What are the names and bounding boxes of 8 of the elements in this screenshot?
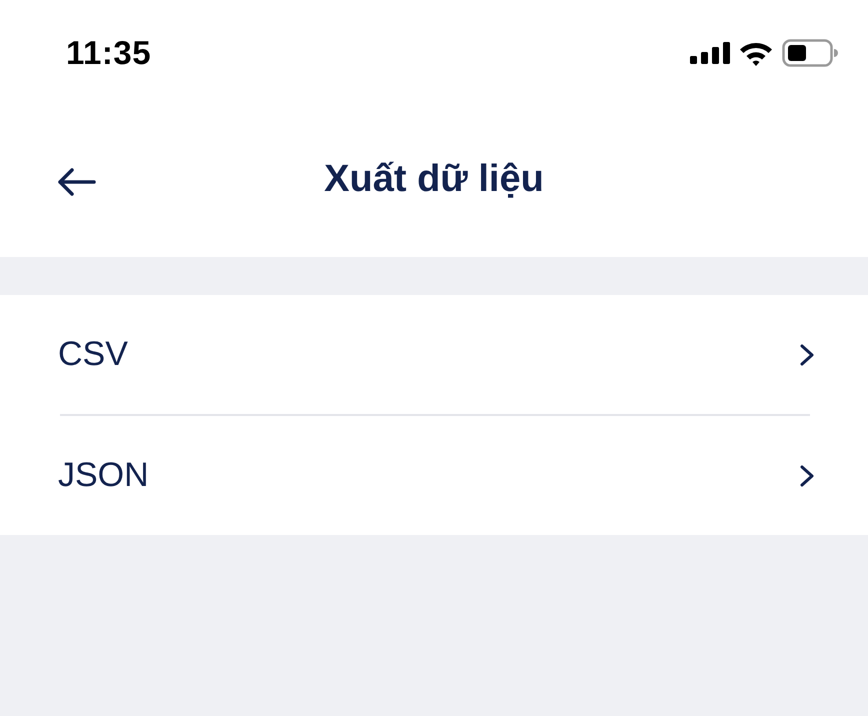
back-button[interactable] (56, 166, 96, 196)
battery-icon (782, 39, 838, 67)
signal-icon (690, 42, 730, 64)
wifi-icon (739, 40, 773, 66)
chevron-right-icon (800, 344, 814, 366)
screen-title: Xuất dữ liệu (324, 158, 544, 201)
chevron-right-icon (800, 464, 814, 486)
status-time: 11:35 (66, 34, 152, 72)
